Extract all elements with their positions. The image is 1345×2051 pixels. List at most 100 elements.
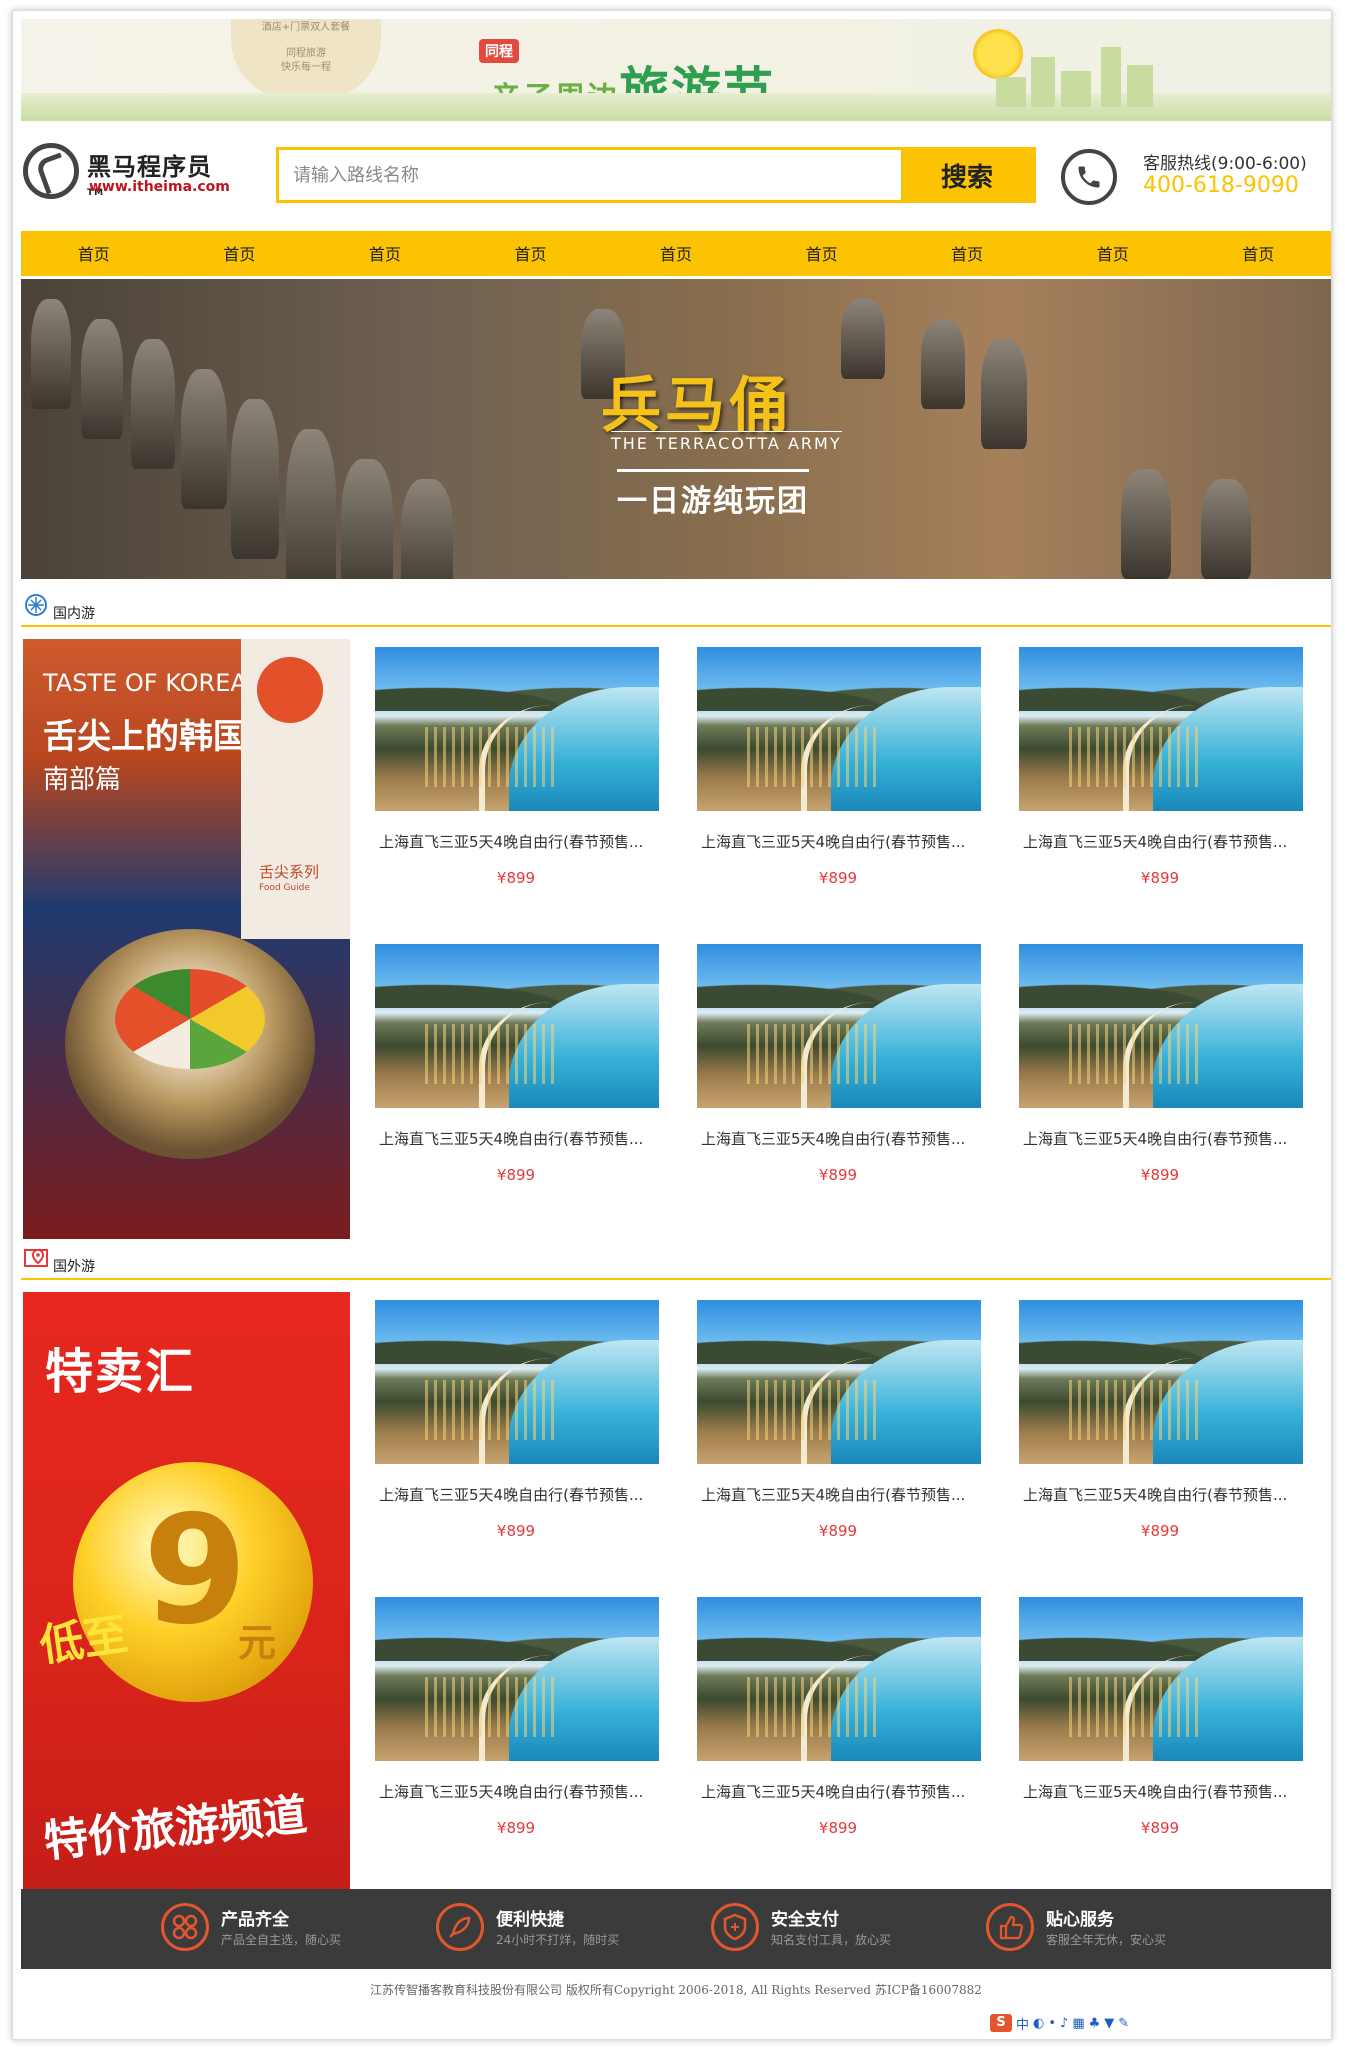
building-decoration: [1127, 65, 1153, 107]
building-decoration: [996, 77, 1026, 107]
product-card[interactable]: 上海直飞三亚5天4晚自由行(春节预售... ¥899: [687, 1589, 1017, 1879]
nav-item-home[interactable]: 首页: [1040, 231, 1186, 276]
terracotta-figure: [231, 399, 279, 559]
section-header-domestic: 国内游: [21, 579, 1331, 627]
promo-bubble: 酒店+门票双人套餐 同程旅游 快乐每一程: [231, 19, 381, 99]
microphone-icon[interactable]: ♪: [1060, 2016, 1068, 2031]
feature-subtitle: 知名支付工具，放心买: [771, 1933, 892, 1947]
product-price: ¥899: [496, 1819, 536, 1837]
product-image[interactable]: [375, 1300, 659, 1464]
product-name[interactable]: 上海直飞三亚5天4晚自由行(春节预售...: [379, 1484, 659, 1505]
logo-name-text: 黑马程序员: [87, 153, 212, 181]
product-name[interactable]: 上海直飞三亚5天4晚自由行(春节预售...: [701, 831, 981, 852]
shirt-icon[interactable]: ▼: [1104, 2016, 1114, 2031]
nav-item-home[interactable]: 首页: [603, 231, 749, 276]
nav-item-home[interactable]: 首页: [21, 231, 167, 276]
nav-item-home[interactable]: 首页: [1186, 231, 1332, 276]
product-card[interactable]: 上海直飞三亚5天4晚自由行(春节预售... ¥899: [687, 639, 1017, 929]
nav-item-home[interactable]: 首页: [458, 231, 604, 276]
product-card[interactable]: 上海直飞三亚5天4晚自由行(春节预售... ¥899: [1009, 1589, 1331, 1879]
product-image[interactable]: [1019, 944, 1303, 1108]
product-price: ¥899: [818, 1522, 858, 1540]
page-content: 酒店+门票双人套餐 同程旅游 快乐每一程 同程 亲子周边旅游节 黑马程序员TM …: [21, 19, 1331, 2011]
nav-item-home[interactable]: 首页: [749, 231, 895, 276]
product-name[interactable]: 上海直飞三亚5天4晚自由行(春节预售...: [1023, 1484, 1303, 1505]
product-image[interactable]: [375, 944, 659, 1108]
ad-sale-nine: 9: [143, 1484, 248, 1658]
product-card[interactable]: 上海直飞三亚5天4晚自由行(春节预售... ¥899: [1009, 1292, 1331, 1582]
hero-banner[interactable]: 兵马俑 THE TERRACOTTA ARMY 一日游纯玩团: [21, 279, 1331, 579]
product-image[interactable]: [697, 944, 981, 1108]
product-card[interactable]: 上海直飞三亚5天4晚自由行(春节预售... ¥899: [687, 936, 1017, 1226]
punctuation-icon[interactable]: •: [1048, 2016, 1056, 2031]
building-decoration: [1061, 71, 1091, 107]
main-nav: 首页 首页 首页 首页 首页 首页 首页 首页 首页: [21, 231, 1331, 279]
product-price: ¥899: [1140, 1522, 1180, 1540]
wrench-icon[interactable]: ✎: [1118, 2016, 1129, 2031]
keyboard-icon[interactable]: ▦: [1072, 2016, 1084, 2031]
ad-korea-line3: 南部篇: [43, 765, 122, 795]
moon-icon[interactable]: ◐: [1033, 2016, 1044, 2031]
building-decoration: [1101, 47, 1121, 107]
product-card[interactable]: 上海直飞三亚5天4晚自由行(春节预售... ¥899: [1009, 936, 1331, 1226]
phone-icon: [1061, 149, 1117, 205]
product-image[interactable]: [697, 647, 981, 811]
product-name[interactable]: 上海直飞三亚5天4晚自由行(春节预售...: [1023, 1128, 1303, 1149]
browser-page: 酒店+门票双人套餐 同程旅游 快乐每一程 同程 亲子周边旅游节 黑马程序员TM …: [12, 10, 1332, 2040]
hero-subtitle: THE TERRACOTTA ARMY: [611, 431, 842, 453]
ime-toolbar[interactable]: S 中 ◐ • ♪ ▦ ♣ ▼ ✎: [990, 2013, 1200, 2033]
product-card[interactable]: 上海直飞三亚5天4晚自由行(春节预售... ¥899: [1009, 639, 1331, 929]
product-card[interactable]: 上海直飞三亚5天4晚自由行(春节预售... ¥899: [365, 639, 695, 929]
product-price: ¥899: [496, 869, 536, 887]
product-price: ¥899: [496, 1522, 536, 1540]
sogou-logo-icon[interactable]: S: [990, 2014, 1012, 2032]
product-name[interactable]: 上海直飞三亚5天4晚自由行(春节预售...: [1023, 831, 1303, 852]
product-name[interactable]: 上海直飞三亚5天4晚自由行(春节预售...: [1023, 1781, 1303, 1802]
section-body-overseas: 特卖汇 9 元 低至 特价旅游频道 上海直飞三亚5天4晚自由行(春节预售... …: [21, 1280, 1331, 1892]
nav-item-home[interactable]: 首页: [894, 231, 1040, 276]
ad-korea-card: 舌尖系列 Food Guide: [241, 639, 350, 939]
product-name[interactable]: 上海直飞三亚5天4晚自由行(春节预售...: [701, 1781, 981, 1802]
product-name[interactable]: 上海直飞三亚5天4晚自由行(春节预售...: [701, 1484, 981, 1505]
ad-sale-yuan: 元: [238, 1621, 277, 1665]
product-name[interactable]: 上海直飞三亚5天4晚自由行(春节预售...: [379, 831, 659, 852]
product-image[interactable]: [375, 1597, 659, 1761]
product-image[interactable]: [697, 1597, 981, 1761]
product-card[interactable]: 上海直飞三亚5天4晚自由行(春节预售... ¥899: [687, 1292, 1017, 1582]
product-image[interactable]: [697, 1300, 981, 1464]
hotline-number: 400-618-9090: [1143, 173, 1299, 198]
product-image[interactable]: [375, 647, 659, 811]
product-name[interactable]: 上海直飞三亚5天4晚自由行(春节预售...: [701, 1128, 981, 1149]
ad-sale-title: 特卖汇: [45, 1344, 196, 1400]
product-image[interactable]: [1019, 647, 1303, 811]
section-header-overseas: 国外游: [21, 1232, 1331, 1280]
search-button[interactable]: 搜索: [901, 150, 1033, 200]
terracotta-figure: [1121, 469, 1171, 579]
skin-icon[interactable]: ♣: [1089, 2016, 1101, 2031]
building-decoration: [1031, 57, 1055, 107]
product-price: ¥899: [496, 1166, 536, 1184]
top-promo-banner[interactable]: 酒店+门票双人套餐 同程旅游 快乐每一程 同程 亲子周边旅游节: [21, 19, 1331, 121]
product-name[interactable]: 上海直飞三亚5天4晚自由行(春节预售...: [379, 1128, 659, 1149]
site-header: 黑马程序员TM www.itheima.com 搜索 客服热线(9:00-6:0…: [21, 121, 1331, 231]
product-image[interactable]: [1019, 1597, 1303, 1761]
terracotta-figure: [921, 319, 965, 409]
ad-korea-series: 舌尖系列: [259, 863, 320, 881]
feature-subtitle: 24小时不打烊，随时买: [496, 1933, 620, 1947]
site-logo[interactable]: 黑马程序员TM www.itheima.com: [23, 143, 230, 203]
ad-sale-low: 低至: [36, 1609, 131, 1672]
product-price: ¥899: [1140, 1166, 1180, 1184]
ad-korea-line1: TASTE OF KOREA: [43, 669, 247, 697]
korea-food-ad[interactable]: TASTE OF KOREA 舌尖上的韩国 南部篇 舌尖系列 Food Guid…: [23, 639, 350, 1239]
search-input[interactable]: [279, 150, 901, 200]
nav-item-home[interactable]: 首页: [312, 231, 458, 276]
nav-item-home[interactable]: 首页: [167, 231, 313, 276]
product-card[interactable]: 上海直飞三亚5天4晚自由行(春节预售... ¥899: [365, 1589, 695, 1879]
product-name[interactable]: 上海直飞三亚5天4晚自由行(春节预售...: [379, 1781, 659, 1802]
product-card[interactable]: 上海直飞三亚5天4晚自由行(春节预售... ¥899: [365, 1292, 695, 1582]
product-card[interactable]: 上海直飞三亚5天4晚自由行(春节预售... ¥899: [365, 936, 695, 1226]
search-box: 搜索: [276, 147, 1036, 203]
special-sale-ad[interactable]: 特卖汇 9 元 低至 特价旅游频道: [23, 1292, 350, 1892]
ime-language-toggle[interactable]: 中: [1016, 2014, 1029, 2033]
product-image[interactable]: [1019, 1300, 1303, 1464]
